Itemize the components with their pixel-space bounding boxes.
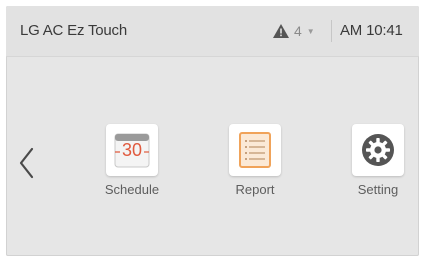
report-tile[interactable]: Report <box>215 124 295 197</box>
calendar-icon: 30 <box>106 124 158 176</box>
status-divider <box>331 20 332 42</box>
alert-indicator[interactable]: 4 ▼ <box>272 20 315 42</box>
chevron-left-icon[interactable] <box>18 146 36 180</box>
report-label: Report <box>235 182 275 197</box>
schedule-label: Schedule <box>104 182 160 197</box>
setting-label: Setting <box>357 182 399 197</box>
app-screen: LG AC Ez Touch 4 ▼ AM 10:41 30 Schedule … <box>6 6 419 256</box>
schedule-tile[interactable]: 30 Schedule <box>92 124 172 197</box>
warning-icon <box>272 23 290 39</box>
gear-icon <box>352 124 404 176</box>
setting-tile[interactable]: Setting <box>338 124 418 197</box>
chevron-down-icon[interactable]: ▼ <box>307 27 315 36</box>
clock: AM 10:41 <box>340 22 403 39</box>
report-icon <box>229 124 281 176</box>
alert-count: 4 <box>294 23 302 39</box>
calendar-day: 30 <box>121 140 143 160</box>
app-title: LG AC Ez Touch <box>20 22 127 39</box>
status-bar: LG AC Ez Touch 4 ▼ AM 10:41 <box>6 6 419 57</box>
